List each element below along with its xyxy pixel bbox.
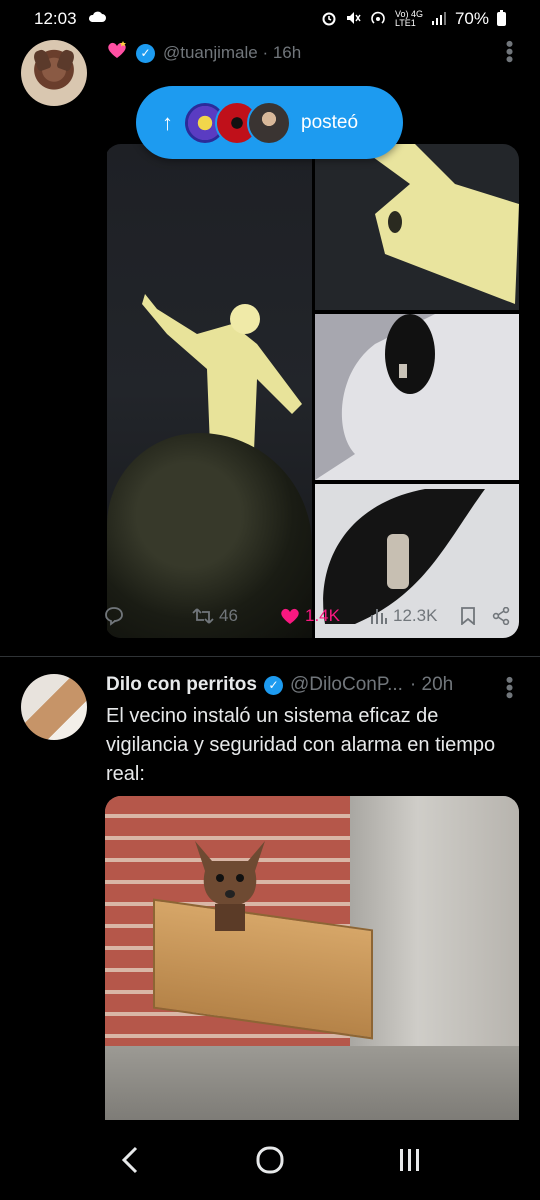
avatar[interactable] xyxy=(21,674,87,740)
reply-icon xyxy=(105,607,123,626)
bookmark-icon xyxy=(461,607,475,625)
cloud-icon xyxy=(87,9,107,29)
avatar xyxy=(247,100,291,145)
avatar[interactable] xyxy=(21,40,87,106)
more-options-icon[interactable]: ••• xyxy=(497,40,522,63)
retweet-count: 46 xyxy=(219,606,238,625)
media-photo-hand[interactable] xyxy=(315,144,519,310)
battery-percent: 70% xyxy=(454,9,489,28)
like-count: 1.4K xyxy=(305,606,340,625)
concrete-ledge xyxy=(105,1046,519,1120)
recents-icon xyxy=(400,1149,419,1171)
tweet-text: El vecino instaló un sistema eficaz de v… xyxy=(106,705,496,785)
media-photo-dog[interactable] xyxy=(105,796,519,1120)
back-button[interactable] xyxy=(100,1130,160,1190)
mute-icon xyxy=(345,10,361,29)
hole-illustration xyxy=(315,314,435,480)
sparkling-heart-icon xyxy=(106,40,128,66)
dog-illustration xyxy=(195,841,265,931)
retweet-button[interactable]: 46 xyxy=(192,606,238,626)
heart-icon xyxy=(281,608,299,624)
status-time: 12:03 xyxy=(34,9,77,28)
author-handle[interactable]: @DiloConP... xyxy=(290,674,403,696)
new-posts-pill[interactable]: ↑ posteó xyxy=(136,86,403,159)
signal-icon xyxy=(431,11,447,28)
alarm-icon xyxy=(321,10,337,29)
more-options-icon[interactable]: ••• xyxy=(497,676,522,699)
recents-button[interactable] xyxy=(380,1130,440,1190)
share-button[interactable] xyxy=(492,607,510,625)
tweet-header: Dilo con perritos ✓ @DiloConP... · 20h xyxy=(106,674,453,696)
pill-avatars xyxy=(183,100,291,145)
tweet-handle[interactable]: @tuanjimale · 16h xyxy=(163,43,301,63)
author-name[interactable]: Dilo con perritos xyxy=(106,674,257,696)
chevron-left-icon xyxy=(121,1146,138,1174)
status-bar: 12:03 Vo) 4G LTE1 70% xyxy=(0,0,540,38)
like-button[interactable]: 1.4K xyxy=(280,606,340,626)
tweet-header: ✓ @tuanjimale · 16h xyxy=(106,40,301,66)
media-photo-statue[interactable] xyxy=(107,144,312,638)
pill-label: posteó xyxy=(301,111,359,133)
bookmark-button[interactable] xyxy=(460,607,476,625)
tweet-divider xyxy=(0,656,540,657)
retweet-icon xyxy=(192,608,214,624)
hand-illustration xyxy=(355,144,519,304)
verified-badge-icon: ✓ xyxy=(263,675,283,695)
verified-badge-icon: ✓ xyxy=(136,43,155,63)
share-icon xyxy=(492,607,510,625)
views-icon xyxy=(371,609,387,624)
system-nav-bar xyxy=(0,1120,540,1200)
network-label: Vo) 4G LTE1 xyxy=(394,9,423,28)
home-button[interactable] xyxy=(240,1130,300,1190)
home-circle-icon xyxy=(256,1146,284,1174)
battery-icon xyxy=(497,10,506,26)
tweet-time: · 20h xyxy=(409,674,454,695)
reply-button[interactable] xyxy=(104,606,124,626)
media-grid[interactable] xyxy=(105,144,519,638)
views-count: 12.3K xyxy=(393,606,438,625)
views-button[interactable]: 12.3K xyxy=(370,606,437,626)
hotspot-icon xyxy=(369,10,387,29)
arrow-up-icon: ↑ xyxy=(162,109,173,135)
media-photo-hole[interactable] xyxy=(315,314,519,480)
